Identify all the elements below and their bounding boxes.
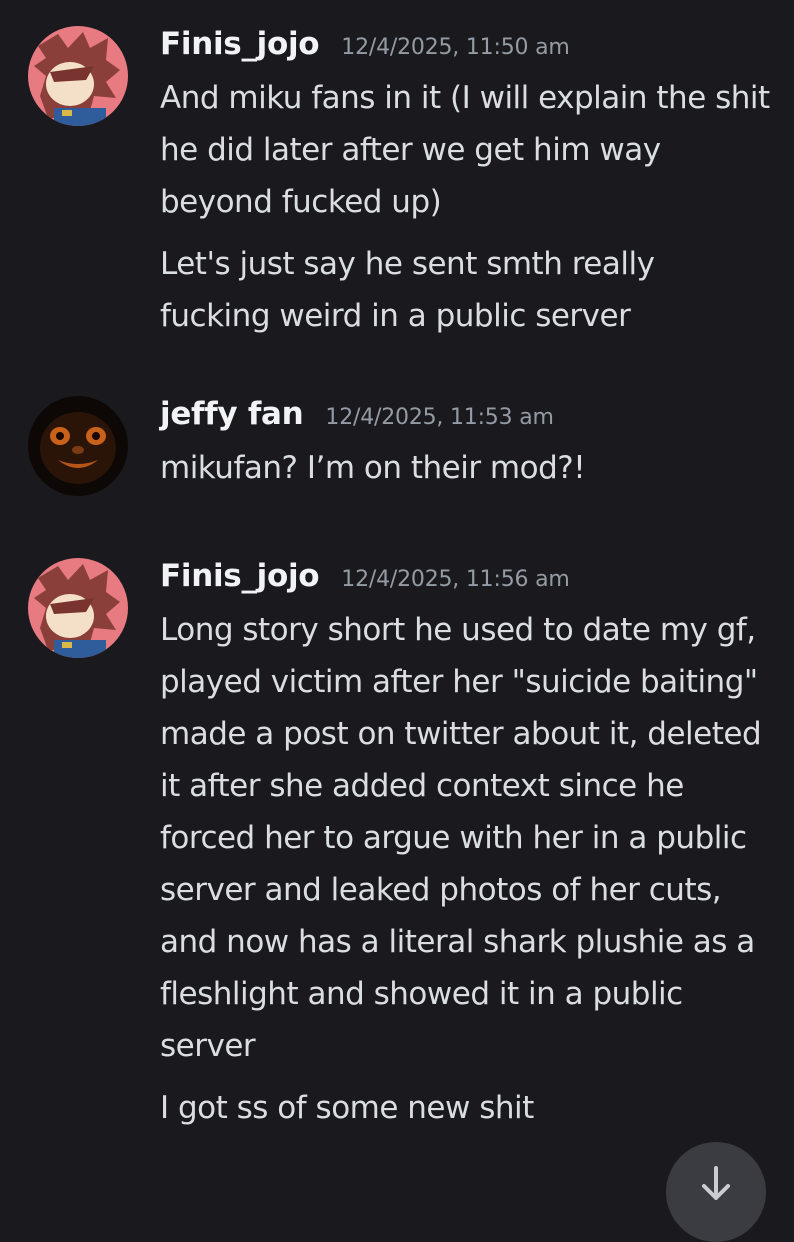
arrow-down-icon [702,1166,730,1200]
username[interactable]: Finis_jojo [160,558,320,594]
timestamp: 12/4/2025, 11:53 am [325,405,554,430]
message-body: Finis_jojo 12/4/2025, 11:56 am Long stor… [160,558,770,1134]
message-text: I got ss of some new shit [160,1090,534,1126]
user-avatar[interactable] [28,558,128,658]
message-text: Let's just say he sent smth really fucki… [160,246,655,334]
message-text: Long story short he used to date my gf, … [160,612,762,1064]
timestamp: 12/4/2025, 11:56 am [341,567,570,592]
user-avatar[interactable] [28,26,128,126]
message-header: Finis_jojo 12/4/2025, 11:56 am [160,558,770,604]
timestamp: 12/4/2025, 11:50 am [341,35,570,60]
user-avatar[interactable] [28,396,128,496]
username[interactable]: Finis_jojo [160,26,320,62]
jump-to-present-button[interactable] [666,1142,766,1242]
message-header: jeffy fan 12/4/2025, 11:53 am [160,396,770,442]
message-body: jeffy fan 12/4/2025, 11:53 am mikufan? I… [160,396,770,494]
username[interactable]: jeffy fan [160,396,304,432]
message-text: And miku fans in it (I will explain the … [160,80,770,220]
message-text: mikufan? I’m on their mod?! [160,450,586,486]
dark-creepy-face-avatar-icon [28,396,128,496]
anime-character-avatar-icon [28,558,128,658]
message-body: Finis_jojo 12/4/2025, 11:50 am And miku … [160,26,770,342]
message-header: Finis_jojo 12/4/2025, 11:50 am [160,26,770,72]
anime-character-avatar-icon [28,26,128,126]
